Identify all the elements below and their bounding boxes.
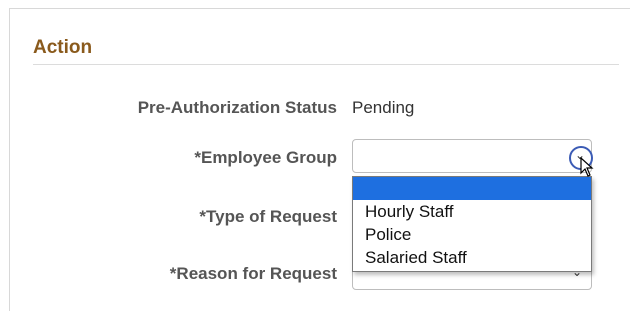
pre-auth-status-value: Pending [352,98,415,117]
reason-for-request-label: *Reason for Request [169,264,337,283]
mouse-pointer-icon [580,157,594,177]
type-of-request-label: *Type of Request [199,207,337,226]
dropdown-option-salaried-staff[interactable]: Salaried Staff [353,246,591,269]
employee-group-label: *Employee Group [194,148,337,167]
dropdown-option-blank[interactable] [353,177,591,200]
pre-auth-status-label: Pre-Authorization Status [137,98,337,117]
employee-group-dropdown-list[interactable]: Hourly Staff Police Salaried Staff [352,176,592,272]
dropdown-option-police[interactable]: Police [353,223,591,246]
dropdown-option-hourly-staff[interactable]: Hourly Staff [353,200,591,223]
employee-group-select[interactable]: ⌄ [352,139,592,173]
section-divider [33,64,619,65]
section-title: Action [33,37,93,58]
